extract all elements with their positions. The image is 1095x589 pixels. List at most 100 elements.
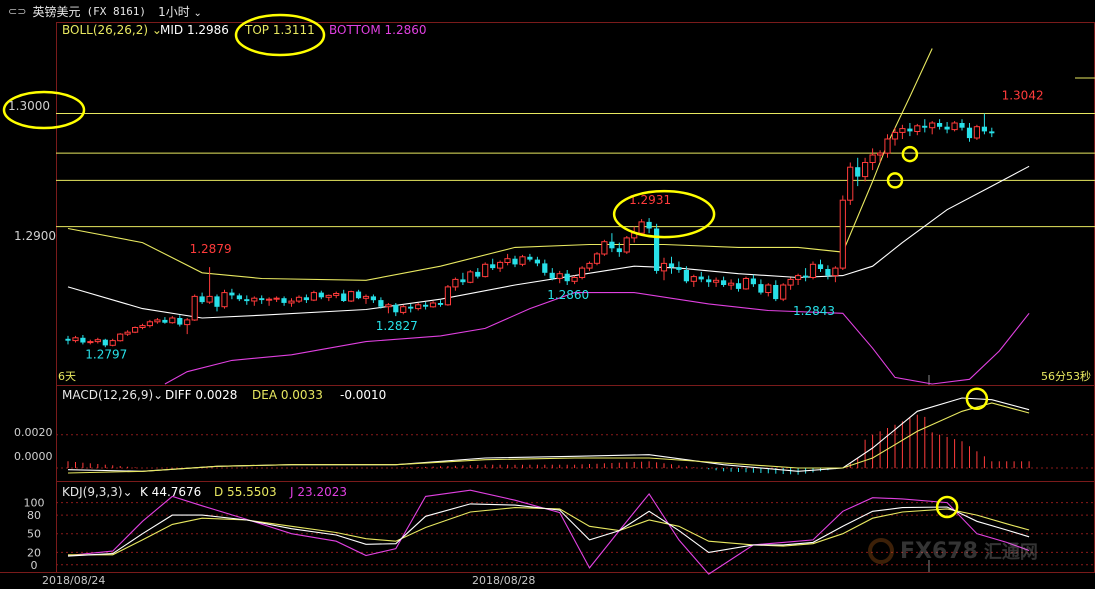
candle-body — [72, 337, 79, 342]
candle-body — [780, 284, 787, 300]
kdj-tick-label: 50 — [27, 528, 41, 541]
chevron-down-icon: ⌄ — [123, 485, 133, 499]
candle-body — [139, 325, 146, 329]
candle-body — [847, 166, 854, 201]
y-tick-1.2900: 1.2900 — [14, 229, 56, 243]
annotation-circle — [901, 145, 919, 163]
candle-body — [735, 283, 742, 289]
candle-body — [490, 264, 496, 269]
candle-body — [832, 267, 839, 277]
candle-body — [944, 126, 950, 130]
candle-body — [184, 319, 191, 326]
candle-body — [571, 277, 578, 282]
candle-body — [512, 258, 518, 265]
candle-body — [124, 331, 131, 335]
price-label: 1.2879 — [190, 242, 232, 256]
boll-top: TOP 1.3111 — [244, 23, 315, 37]
candle-body — [564, 273, 570, 282]
boll-mid: MID 1.2986 — [160, 23, 229, 37]
boll-legend: BOLL(26,26,2) ⌄ — [62, 23, 162, 37]
macd-panel — [56, 397, 1095, 475]
candle-body — [654, 228, 660, 271]
price-label: 1.3042 — [1002, 89, 1044, 103]
candle-body — [117, 333, 124, 342]
candle-body — [527, 256, 533, 260]
watermark-text: FX678 — [900, 538, 978, 564]
candle-body — [177, 318, 183, 325]
candle-body — [348, 291, 355, 302]
candle-body — [385, 304, 392, 308]
candle-body — [229, 292, 235, 296]
candle-body — [795, 275, 802, 280]
price-label: 1.2797 — [85, 347, 127, 361]
candles — [65, 113, 995, 348]
watermark: FX678 汇通网 — [868, 538, 1038, 564]
candle-body — [817, 264, 824, 269]
countdown: 56分53秒 — [1041, 369, 1091, 383]
macd-tick-0.0020: 0.0020 — [14, 426, 53, 439]
candle-body — [102, 339, 108, 346]
candle-body — [698, 276, 704, 280]
kdj-legend-name: KDJ(9,3,3)⌄ — [62, 485, 133, 499]
candle-body — [154, 319, 161, 323]
candle-body — [169, 317, 176, 324]
horizontal-levels — [56, 77, 1095, 228]
macd-legend-name: MACD(12,26,9)⌄ — [62, 388, 163, 402]
candle-body — [907, 128, 913, 132]
candle-body — [877, 152, 884, 156]
candle-body — [437, 303, 444, 305]
candle-body — [266, 298, 273, 301]
candle-body — [914, 125, 921, 133]
candle-body — [273, 297, 280, 300]
candle-body — [310, 292, 317, 301]
candle-body — [206, 295, 213, 303]
candle-body — [191, 295, 198, 321]
macd-tick-0.0000: 0.0000 — [14, 450, 53, 463]
candle-body — [660, 262, 668, 272]
candle-body — [65, 338, 71, 341]
candle-body — [221, 292, 228, 308]
candle-body — [244, 299, 250, 302]
candle-body — [444, 286, 451, 306]
candle-body — [750, 278, 756, 285]
candle-body — [721, 280, 727, 285]
candle-body — [989, 131, 995, 134]
candle-body — [839, 199, 846, 269]
macd-value: -0.0010 — [340, 388, 386, 402]
x-label-0: 2018/08/24 — [42, 574, 105, 587]
candle-body — [646, 221, 652, 229]
candle-body — [758, 284, 764, 293]
candle-body — [713, 279, 720, 283]
candle-body — [236, 295, 242, 300]
candle-body — [199, 296, 205, 303]
candle-body — [325, 294, 332, 298]
candle-body — [922, 125, 928, 128]
candle-body — [423, 304, 429, 307]
kdj-j: J 23.2023 — [289, 485, 347, 499]
kdj-ticks: 10080 50 200 — [24, 497, 45, 572]
candle-body — [690, 276, 697, 282]
candle-body — [899, 128, 906, 133]
candle-body — [460, 279, 466, 283]
candle-body — [341, 293, 347, 301]
candle-body — [809, 263, 817, 278]
candle-body — [519, 256, 526, 265]
candle-body — [429, 302, 437, 308]
chevron-down-icon: ⌄ — [153, 388, 163, 402]
candle-body — [542, 263, 548, 273]
candle-body — [408, 306, 414, 309]
candle-body — [706, 279, 712, 283]
chart-svg[interactable]: 1.27971.28791.28271.28601.29311.28431.30… — [0, 0, 1095, 589]
candle-body — [668, 263, 675, 268]
candle-body — [534, 259, 540, 264]
boll-bottom-line — [164, 292, 1030, 385]
candle-body — [773, 285, 779, 300]
candle-body — [929, 122, 936, 129]
candle-body — [683, 270, 689, 282]
candle-body — [742, 278, 750, 290]
candle-body — [288, 300, 295, 304]
candle-body — [981, 126, 987, 132]
candle-body — [728, 282, 735, 286]
candle-body — [109, 340, 116, 346]
price-label: 1.2860 — [547, 288, 589, 302]
